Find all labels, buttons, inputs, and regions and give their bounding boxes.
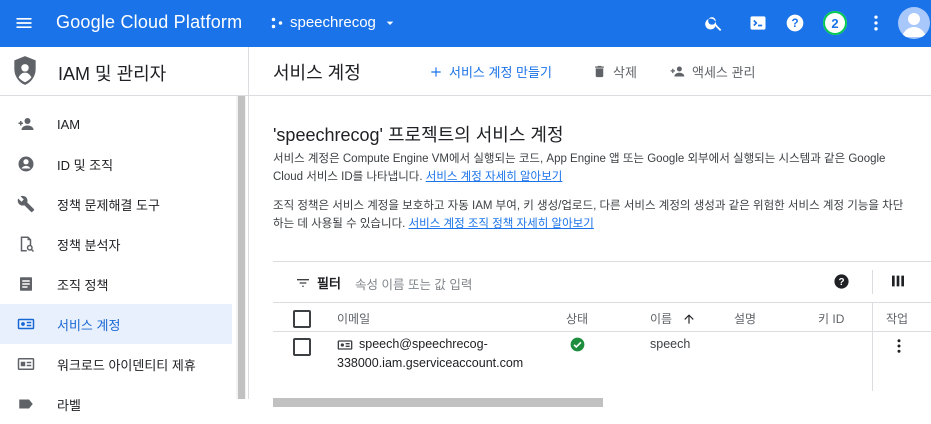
svg-text:?: ? (791, 17, 798, 30)
table-header: 이메일 상태 이름 설명 키 ID 작업 (273, 303, 931, 332)
account-avatar[interactable] (898, 7, 930, 39)
sidebar-scrollbar[interactable] (236, 96, 246, 399)
intro-paragraph: 서비스 계정은 Compute Engine VM에서 실행되는 코드, App… (273, 150, 913, 186)
dropdown-arrow-icon (386, 21, 394, 25)
page-header: 서비스 계정 서비스 계정 만들기 삭제 액세스 관리 (249, 47, 931, 96)
sidebar-item-org-policies[interactable]: 조직 정책 (0, 264, 232, 304)
section-title: 'speechrecog' 프로젝트의 서비스 계정 (273, 125, 564, 145)
filter-button[interactable]: 필터 (295, 273, 341, 292)
svg-text:?: ? (838, 277, 844, 288)
sort-arrow-up-icon (684, 313, 694, 324)
header-name[interactable]: 이름 (650, 310, 696, 327)
sticky-column-divider (872, 303, 873, 391)
manage-access-button[interactable]: 액세스 관리 (669, 62, 755, 81)
header-status[interactable]: 상태 (566, 310, 588, 327)
header-email[interactable]: 이메일 (337, 310, 370, 327)
sidebar-item-label: 라벨 (57, 397, 81, 413)
sidebar-item-workload-identity[interactable]: 워크로드 아이덴티티 제휴 (0, 344, 232, 384)
label-icon (17, 395, 35, 413)
org-policy-link[interactable]: 서비스 계정 조직 정책 자세히 알아보기 (409, 218, 594, 230)
select-all-checkbox[interactable] (293, 310, 311, 328)
column-display-icon[interactable] (890, 273, 906, 289)
delete-label: 삭제 (613, 65, 637, 80)
person-add-icon (670, 66, 685, 77)
sidebar-item-identity-org[interactable]: ID 및 조직 (0, 144, 232, 184)
trash-icon (595, 65, 604, 78)
document-search-icon (17, 235, 35, 253)
menu-icon[interactable] (14, 13, 34, 33)
horizontal-scrollbar[interactable] (273, 398, 603, 407)
manage-access-label: 액세스 관리 (692, 65, 756, 80)
service-account-icon (17, 315, 35, 333)
page-title: 서비스 계정 (273, 63, 361, 83)
project-name: speechrecog (290, 14, 376, 31)
status-enabled-icon (570, 337, 585, 355)
email-line2[interactable]: 338000.iam.gserviceaccount.com (337, 356, 523, 370)
service-accounts-table: 필터 속성 이름 또는 값 입력 ? 이메일 상태 이름 설명 키 ID 작업 … (273, 261, 931, 407)
add-icon (431, 66, 441, 77)
search-icon[interactable] (704, 13, 724, 33)
email-line1[interactable]: speech@speechrecog- (359, 337, 488, 353)
filter-icon (297, 278, 309, 287)
shield-icon (14, 56, 36, 85)
sidebar-item-label: 조직 정책 (57, 277, 109, 293)
service-account-icon (337, 340, 353, 350)
header-actions: 작업 (886, 312, 909, 326)
filter-label: 필터 (317, 276, 341, 291)
more-vert-icon[interactable] (866, 13, 886, 33)
org-policy-paragraph: 조직 정책은 서비스 계정을 보호하고 자동 IAM 부여, 키 생성/업로드,… (273, 197, 913, 233)
filter-bar[interactable]: 필터 속성 이름 또는 값 입력 ? (273, 262, 931, 303)
table-row[interactable]: speech@speechrecog- 338000.iam.gservicea… (273, 332, 931, 386)
filter-input[interactable]: 속성 이름 또는 값 입력 (355, 274, 472, 293)
sidebar: IAM 및 관리자 IAM ID 및 조직 정책 문제해결 도구 정책 분석자 … (0, 47, 249, 413)
list-doc-icon (17, 275, 35, 293)
sidebar-item-label: IAM (57, 116, 81, 132)
header-description[interactable]: 설명 (734, 310, 756, 327)
sidebar-item-label: ID 및 조직 (57, 157, 114, 173)
sidebar-item-label: 워크로드 아이덴티티 제휴 (57, 357, 196, 373)
name-cell: speech (650, 337, 691, 351)
help-icon[interactable]: ? (785, 13, 805, 33)
learn-more-link[interactable]: 서비스 계정 자세히 알아보기 (426, 171, 563, 183)
sidebar-item-policy-analyzer[interactable]: 정책 분석자 (0, 224, 232, 264)
sidebar-header: IAM 및 관리자 (0, 47, 248, 96)
main-content: 서비스 계정 서비스 계정 만들기 삭제 액세스 관리 'speechrecog… (249, 47, 931, 407)
project-selector[interactable]: speechrecog (270, 14, 398, 31)
sidebar-item-iam[interactable]: IAM (0, 104, 232, 144)
sidebar-title: IAM 및 관리자 (58, 64, 167, 84)
person-add-icon (17, 115, 35, 133)
header-key-id[interactable]: 키 ID (818, 310, 844, 327)
header-name-label: 이름 (650, 312, 673, 326)
row-actions-more-icon[interactable] (890, 337, 908, 355)
create-label: 서비스 계정 만들기 (449, 65, 552, 80)
sidebar-item-service-accounts[interactable]: 서비스 계정 (0, 304, 232, 344)
sidebar-item-label: 서비스 계정 (57, 317, 121, 333)
sidebar-item-label: 정책 문제해결 도구 (57, 197, 160, 213)
wrench-icon (17, 195, 35, 213)
delete-button[interactable]: 삭제 (592, 62, 637, 81)
notifications-badge[interactable]: 2 (823, 11, 847, 35)
id-card-icon (17, 355, 35, 373)
account-circle-icon (17, 155, 35, 173)
row-checkbox[interactable] (293, 338, 311, 356)
help-icon[interactable]: ? (833, 273, 850, 290)
sidebar-item-labels[interactable]: 라벨 (0, 384, 232, 424)
scrollbar-thumb[interactable] (238, 96, 245, 399)
intro-text: 서비스 계정은 Compute Engine VM에서 실행되는 코드, App… (273, 153, 886, 183)
product-name[interactable]: Google Cloud Platform (56, 12, 242, 33)
sidebar-item-policy-troubleshooter[interactable]: 정책 문제해결 도구 (0, 184, 232, 224)
top-app-bar: Google Cloud Platform speechrecog ? 2 (0, 0, 931, 47)
create-service-account-button[interactable]: 서비스 계정 만들기 (429, 62, 552, 81)
terminal-icon[interactable] (748, 13, 768, 33)
divider (872, 270, 873, 294)
project-hex-icon (271, 17, 283, 28)
sidebar-item-label: 정책 분석자 (57, 237, 121, 253)
email-cell: speech@speechrecog- (337, 337, 488, 353)
